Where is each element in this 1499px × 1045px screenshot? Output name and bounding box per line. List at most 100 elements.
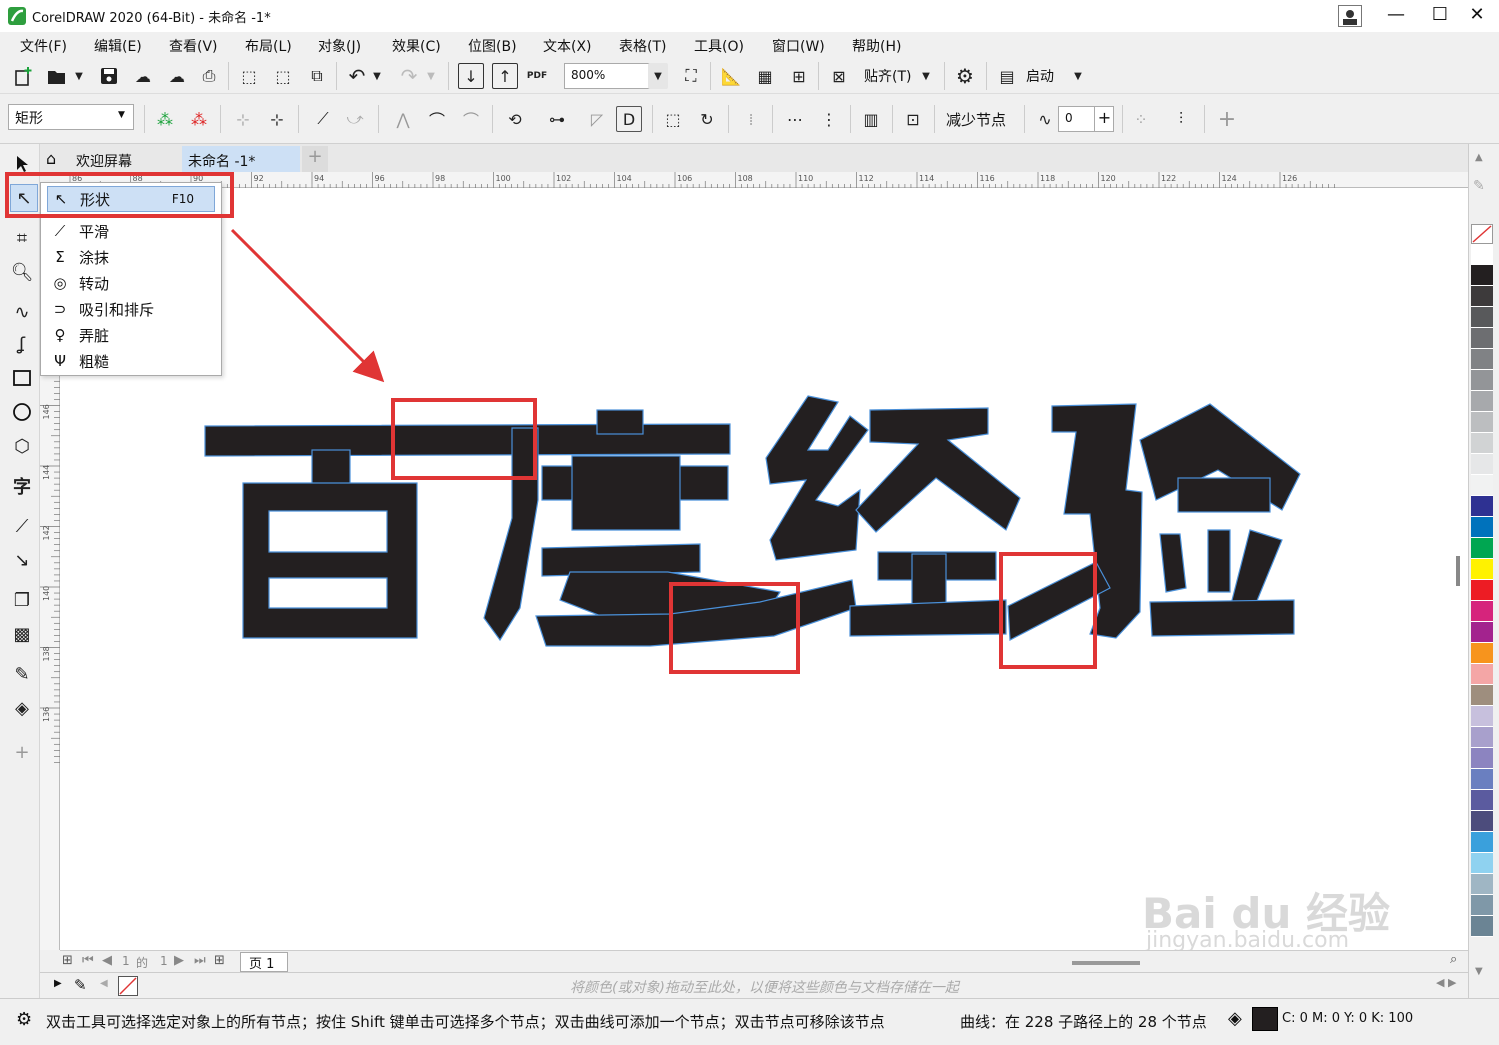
selection-chevron-down-icon[interactable]: ▼ (118, 110, 125, 120)
align-nodes-icon[interactable]: ⁞ (738, 106, 764, 132)
palette-swatch[interactable] (1471, 286, 1493, 307)
new-tab-plus-icon[interactable]: + (302, 146, 328, 172)
crop-tool-icon[interactable]: ⌗ (8, 224, 36, 252)
palette-swatch[interactable] (1471, 265, 1493, 286)
status-settings-gear-icon[interactable]: ⚙ (16, 1009, 32, 1030)
connector-tool-icon[interactable]: ↘ (8, 546, 36, 574)
flyout-item-smear[interactable]: Σ 涂抹 (47, 244, 215, 270)
palette-scroll-down-icon[interactable]: ▼ (1475, 966, 1483, 977)
palette-swatch[interactable] (1471, 349, 1493, 370)
text-tool-icon[interactable]: 字 (8, 472, 36, 500)
menu-tools[interactable]: 工具(O) (694, 36, 744, 56)
document-eyedropper-icon[interactable]: ✎ (74, 976, 87, 994)
menu-help[interactable]: 帮助(H) (852, 36, 901, 56)
open-folder-icon[interactable] (44, 63, 70, 89)
artistic-media-tool-icon[interactable]: ʆ (8, 330, 36, 358)
drawing-canvas[interactable]: Bai du 经验 jingyan.baidu.com (60, 188, 1468, 953)
palette-swatch[interactable] (1471, 580, 1493, 601)
print-icon[interactable]: ⎙ (196, 63, 222, 89)
first-page-icon[interactable]: ⏮ (82, 953, 94, 968)
break-curve-icon[interactable]: ⊹ (264, 106, 290, 132)
menu-file[interactable]: 文件(F) (20, 36, 67, 56)
save-icon[interactable] (96, 63, 122, 89)
page-tab[interactable]: 页 1 (240, 952, 288, 972)
to-curve-icon[interactable]: ⤻ (342, 106, 368, 132)
add-page-after-icon[interactable]: ⊞ (214, 953, 225, 968)
document-palette-left-icon[interactable]: ◀ (100, 978, 108, 989)
undo-list-chevron-icon[interactable]: ▼ (370, 63, 384, 89)
document-no-color-swatch[interactable] (118, 976, 138, 996)
customize-toolbox-plus-icon[interactable]: + (8, 738, 36, 766)
palette-swatch[interactable] (1471, 790, 1493, 811)
menu-object[interactable]: 对象(J) (318, 36, 361, 56)
parallel-dimension-tool-icon[interactable]: ⟋ (8, 512, 36, 540)
undo-icon[interactable]: ↶ (344, 63, 370, 89)
extend-curve-icon[interactable]: ⊶ (544, 106, 570, 132)
reflect-horizontal-icon[interactable]: ⋯ (782, 106, 808, 132)
reflect-vertical-icon[interactable]: ⋮ (816, 106, 842, 132)
next-page-icon[interactable]: ▶ (174, 953, 184, 968)
elastic-mode-icon[interactable]: ▥ (858, 106, 884, 132)
add-toolbar-plus-icon[interactable]: + (1214, 106, 1240, 132)
palette-swatch[interactable] (1471, 559, 1493, 580)
document-palette-arrow-icon[interactable]: ▶ (54, 978, 62, 989)
palette-swatch[interactable] (1471, 328, 1493, 349)
palette-swatch[interactable] (1471, 853, 1493, 874)
launch-dropdown[interactable]: 启动 (1026, 66, 1054, 86)
palette-swatch[interactable] (1471, 664, 1493, 685)
new-document-icon[interactable] (10, 63, 36, 89)
palette-scroll-up-icon[interactable]: ▲ (1475, 152, 1483, 163)
interactive-fill-tool-icon[interactable]: ◈ (8, 694, 36, 722)
menu-bitmap[interactable]: 位图(B) (468, 36, 517, 56)
menu-text[interactable]: 文本(X) (543, 36, 592, 56)
smooth-node-icon[interactable]: ⌒ (424, 106, 450, 132)
launcher-icon[interactable]: ▤ (994, 63, 1020, 89)
tab-welcome-screen[interactable]: ⌂ 欢迎屏幕 (42, 146, 182, 172)
flyout-item-roughen[interactable]: Ψ 粗糙 (47, 348, 215, 374)
menu-window[interactable]: 窗口(W) (772, 36, 825, 56)
palette-swatch[interactable] (1471, 370, 1493, 391)
add-node-icon[interactable]: ⁂ (152, 106, 178, 132)
horizontal-ruler[interactable]: 86 88 90 92 94 96 98 100 102 104 106 108 110 112 114 11… (60, 172, 1468, 188)
launch-chevron-down-icon[interactable]: ▼ (1070, 63, 1086, 89)
palette-swatch[interactable] (1471, 706, 1493, 727)
pdf-export-icon[interactable]: PDF (524, 63, 550, 89)
palette-swatch[interactable] (1471, 727, 1493, 748)
menu-layout[interactable]: 布局(L) (245, 36, 292, 56)
account-icon[interactable] (1338, 5, 1362, 27)
menu-table[interactable]: 表格(T) (619, 36, 666, 56)
menu-effects[interactable]: 效果(C) (392, 36, 441, 56)
reduce-nodes-button[interactable]: 减少节点 (946, 109, 1006, 130)
flyout-item-smooth[interactable]: ⟋ 平滑 (47, 218, 215, 244)
palette-swatch[interactable] (1471, 475, 1493, 496)
show-rulers-icon[interactable]: 📐 (718, 63, 744, 89)
symmetrical-node-icon[interactable]: ⌒ (458, 106, 484, 132)
palette-swatch[interactable] (1471, 517, 1493, 538)
menu-view[interactable]: 查看(V) (169, 36, 218, 56)
zoom-chevron-down-icon[interactable]: ▼ (648, 63, 668, 89)
polygon-tool-icon[interactable]: ⬡ (8, 432, 36, 460)
palette-swatch[interactable] (1471, 769, 1493, 790)
rotate-nodes-icon[interactable]: ↻ (694, 106, 720, 132)
palette-swatch[interactable] (1471, 433, 1493, 454)
open-recent-chevron-icon[interactable]: ▼ (72, 63, 86, 89)
flyout-item-smudge[interactable]: ♀ 弄脏 (47, 322, 215, 348)
freehand-tool-icon[interactable]: ∿ (8, 298, 36, 326)
snap-to-dropdown[interactable]: 贴齐(T) (864, 66, 911, 86)
flyout-item-attract-repel[interactable]: ⊃ 吸引和排斥 (47, 296, 215, 322)
palette-swatch[interactable] (1471, 811, 1493, 832)
drop-shadow-tool-icon[interactable]: ❐ (8, 586, 36, 614)
vertical-scrollbar-thumb[interactable] (1456, 556, 1460, 586)
palette-swatch[interactable] (1471, 454, 1493, 475)
menu-edit[interactable]: 编辑(E) (94, 36, 142, 56)
cusp-node-icon[interactable]: ⋀ (390, 106, 416, 132)
snap-off-icon[interactable]: ⊠ (826, 63, 852, 89)
palette-swatch[interactable] (1471, 643, 1493, 664)
options-gear-icon[interactable]: ⚙ (952, 63, 978, 89)
palette-swatch[interactable] (1471, 391, 1493, 412)
ellipse-tool-icon[interactable] (8, 398, 36, 426)
cloud-upload-icon[interactable]: ☁ (164, 63, 190, 89)
palette-swatch[interactable] (1471, 622, 1493, 643)
palette-swatch[interactable] (1471, 244, 1493, 265)
zoom-level-combo[interactable]: 800% (564, 63, 654, 89)
